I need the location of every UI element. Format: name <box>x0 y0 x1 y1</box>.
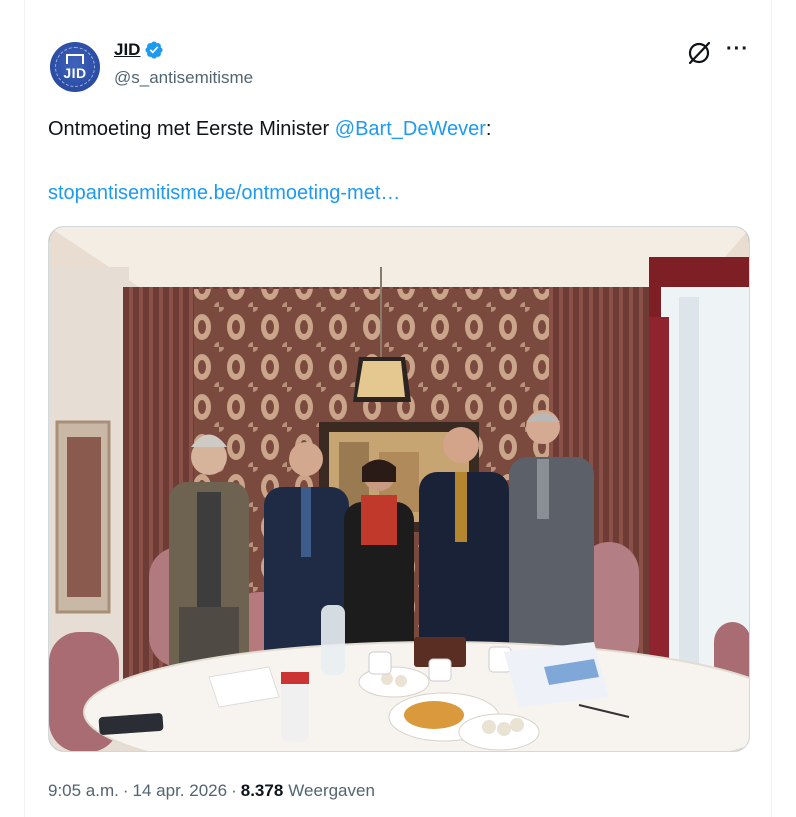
author-handle[interactable]: @s_antisemitisme <box>114 68 253 88</box>
separator-dot: · <box>231 781 237 800</box>
grok-icon[interactable] <box>686 40 712 66</box>
separator-dot: · <box>122 781 129 800</box>
photo-illustration <box>49 227 749 751</box>
tweet-text-prefix: Ontmoeting met Eerste Minister <box>48 118 335 140</box>
more-icon[interactable]: ··· <box>726 38 749 61</box>
tweet-text: Ontmoeting met Eerste Minister @Bart_DeW… <box>48 116 491 142</box>
avatar-emblem-icon <box>66 54 84 64</box>
views-label: Weergaven <box>288 781 375 800</box>
tweet-date[interactable]: 14 apr. 2026 <box>133 781 228 801</box>
verified-badge-icon <box>145 41 164 59</box>
avatar[interactable]: JID <box>50 42 100 92</box>
author-name-row: JID <box>114 40 164 60</box>
tweet-time[interactable]: 9:05 a.m. <box>48 781 119 801</box>
tweet-meta: 9:05 a.m. · 14 apr. 2026 · 8.378 Weergav… <box>48 781 375 801</box>
views-count: 8.378 <box>240 781 284 800</box>
tweet-url-link[interactable]: stopantisemitisme.be/ontmoeting-met… <box>48 180 400 206</box>
mention-link[interactable]: @Bart_DeWever <box>335 118 486 140</box>
avatar-monogram: JID <box>63 65 87 81</box>
tweet-text-suffix: : <box>485 118 492 140</box>
author-display-name[interactable]: JID <box>114 40 140 60</box>
tweet-photo[interactable] <box>48 226 750 752</box>
